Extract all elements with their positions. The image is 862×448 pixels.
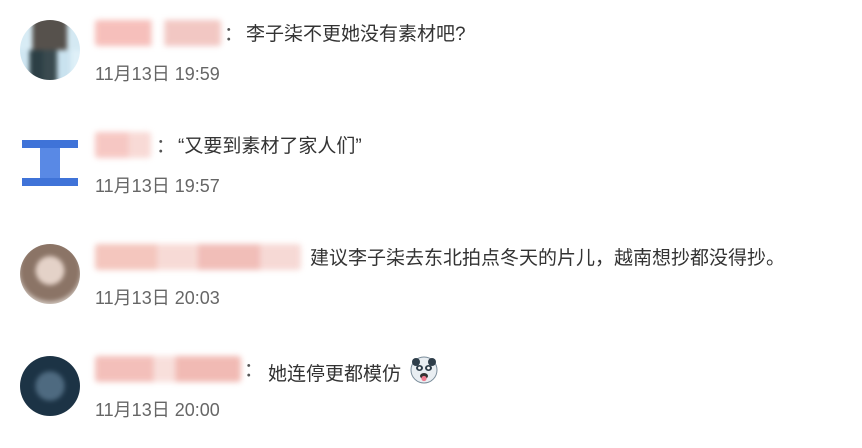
avatar[interactable] <box>20 244 80 304</box>
comment-timestamp: 11月13日 20:00 <box>95 400 220 420</box>
comment-separator: ： <box>224 24 244 45</box>
username-blurred[interactable] <box>95 356 241 382</box>
comment-timestamp: 11月13日 19:57 <box>95 176 220 196</box>
comment-separator: ： <box>244 360 264 381</box>
comment-timestamp: 11月13日 20:03 <box>95 288 220 308</box>
comment-item: ： “又要到素材了家人们” 11月13日 19:57 <box>0 124 862 224</box>
comment-timestamp: 11月13日 19:59 <box>95 64 220 84</box>
comment-separator: ： <box>156 136 176 157</box>
avatar[interactable] <box>22 134 78 190</box>
username-blurred[interactable] <box>95 20 221 46</box>
comment-text: “又要到素材了家人们” <box>178 136 362 157</box>
avatar[interactable] <box>20 356 80 416</box>
panda-tongue-emoji-icon <box>410 356 438 384</box>
comment-item: ： 李子柒不更她没有素材吧? 11月13日 19:59 <box>0 12 862 112</box>
username-blurred[interactable] <box>95 132 151 158</box>
comment-text: 她连停更都模仿 <box>268 356 438 386</box>
comment-item: 建议李子柒去东北拍点冬天的片儿，越南想抄都没得抄。 11月13日 20:03 <box>0 236 862 336</box>
comment-text: 李子柒不更她没有素材吧? <box>246 24 466 45</box>
username-blurred[interactable] <box>95 244 301 270</box>
comment-item: ： 她连停更都模仿 11月13日 20:00 <box>0 348 862 448</box>
comment-text-content: 她连停更都模仿 <box>268 364 402 385</box>
avatar[interactable] <box>20 20 80 80</box>
comment-text: 建议李子柒去东北拍点冬天的片儿，越南想抄都没得抄。 <box>310 248 786 269</box>
